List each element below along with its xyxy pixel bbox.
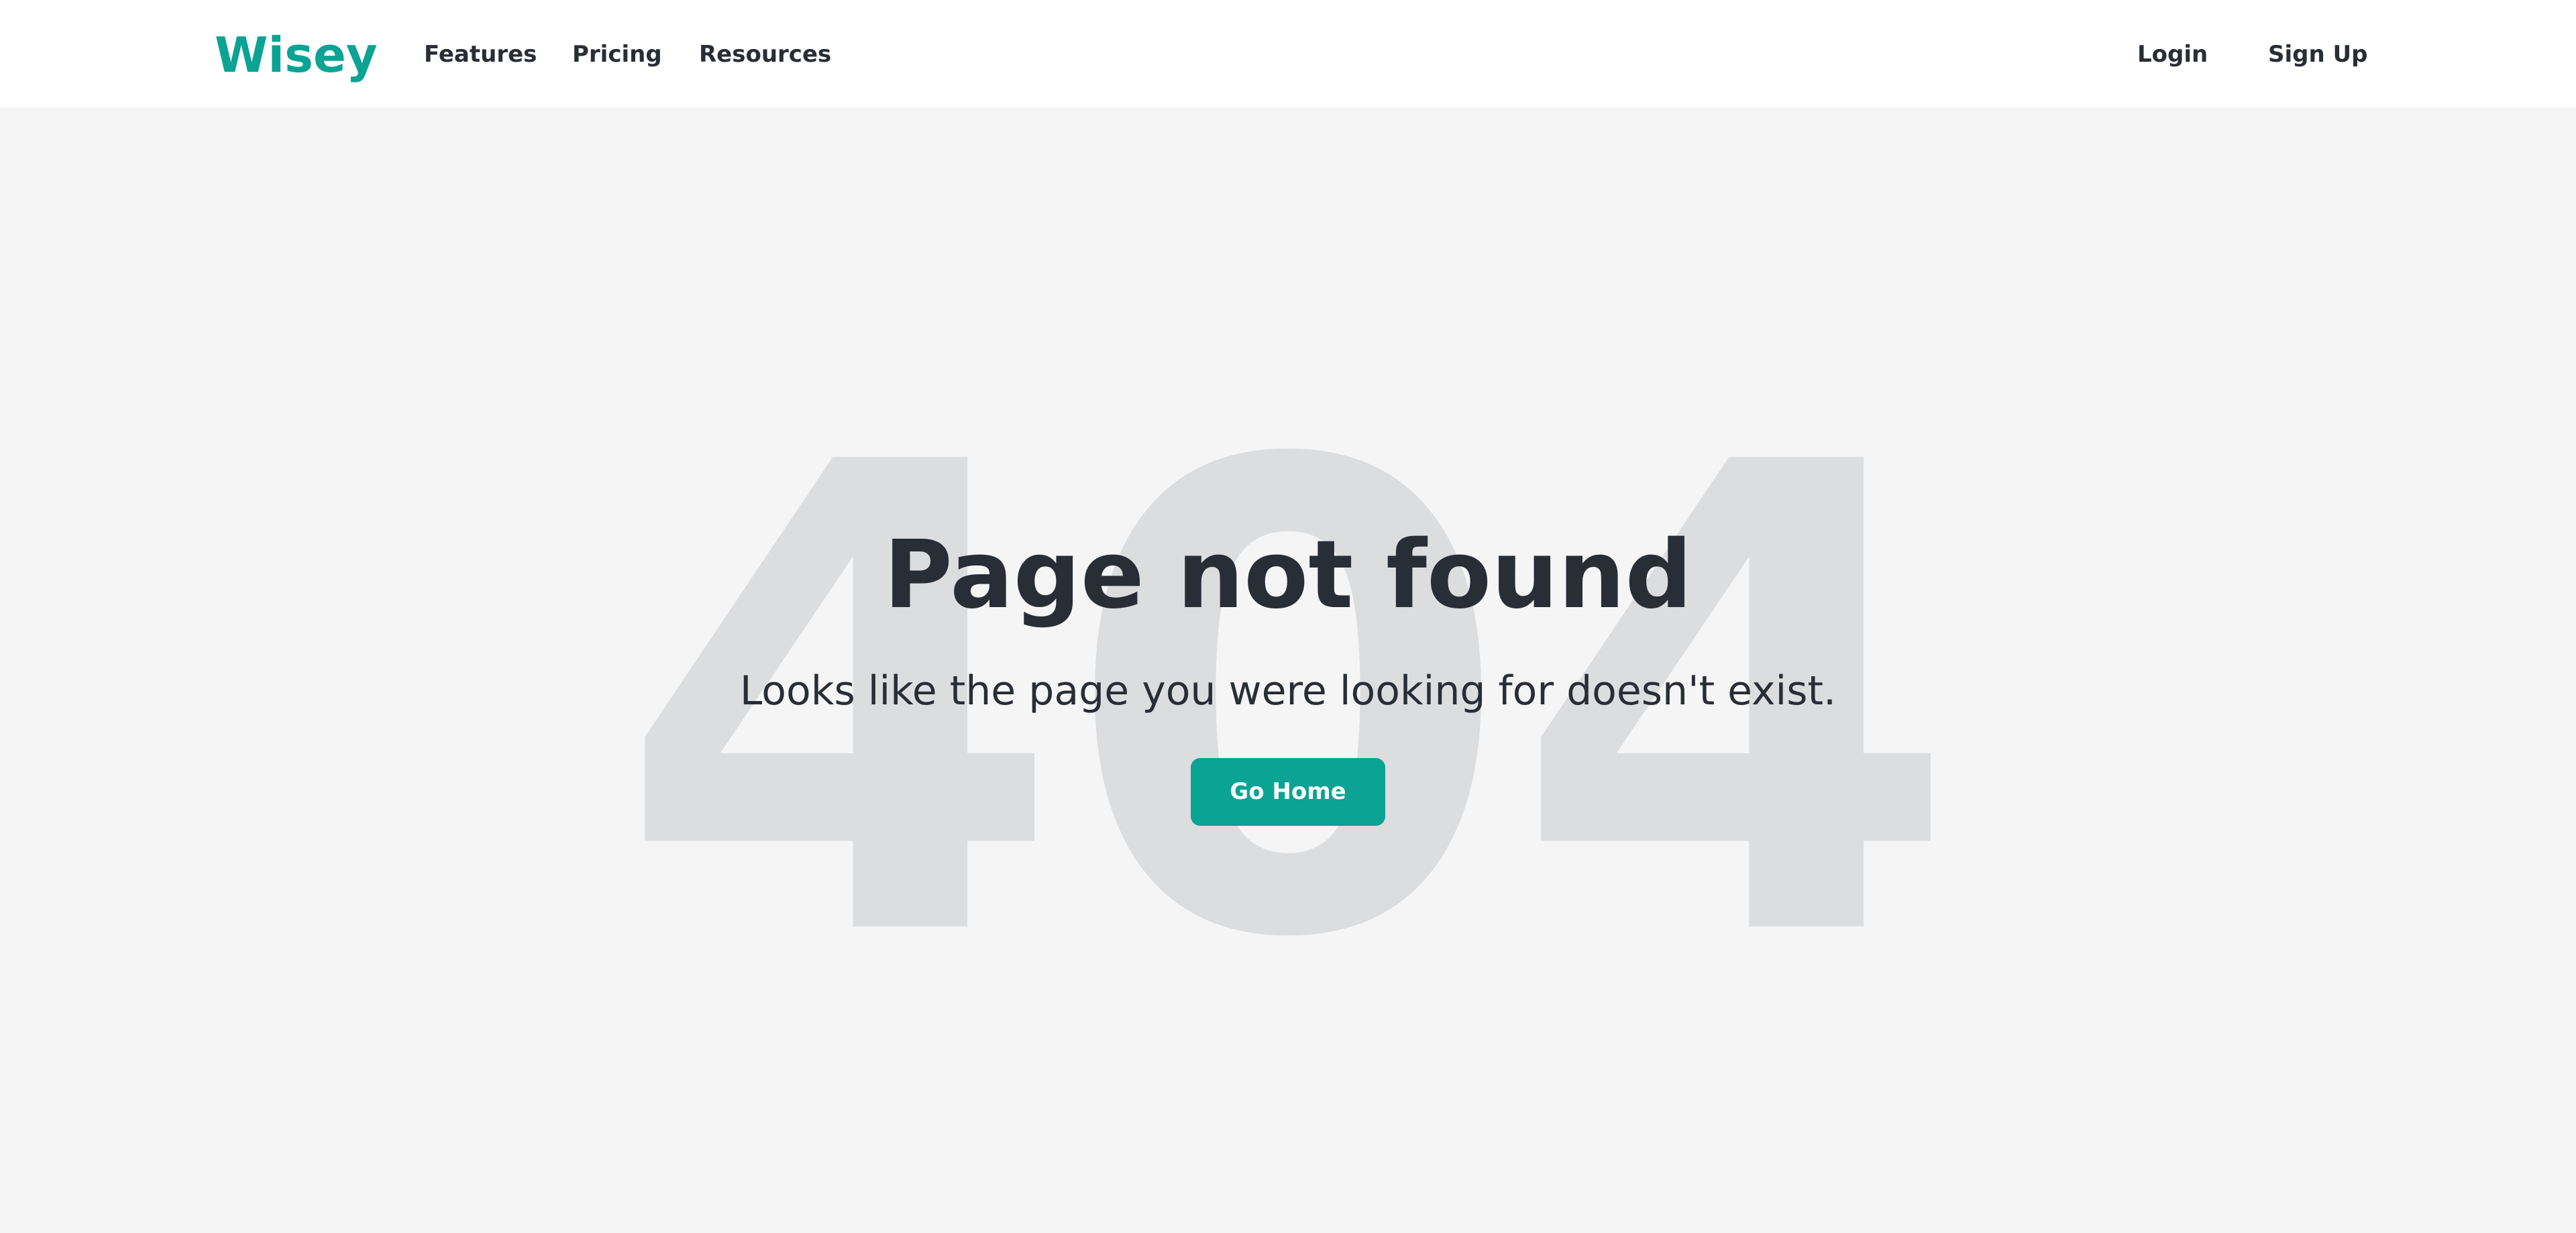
brand-logo[interactable]: Wisey [215, 25, 378, 85]
nav-link-signup[interactable]: Sign Up [2268, 39, 2367, 70]
nav-link-resources[interactable]: Resources [699, 39, 831, 70]
nav-link-login[interactable]: Login [2137, 39, 2208, 70]
go-home-button[interactable]: Go Home [1191, 758, 1385, 826]
error-message: Looks like the page you were looking for… [739, 667, 1837, 714]
top-navbar: Wisey Features Pricing Resources Login S… [0, 0, 2576, 107]
nav-link-pricing[interactable]: Pricing [572, 39, 662, 70]
page-title: Page not found [883, 521, 1693, 630]
nav-link-features[interactable]: Features [424, 39, 537, 70]
